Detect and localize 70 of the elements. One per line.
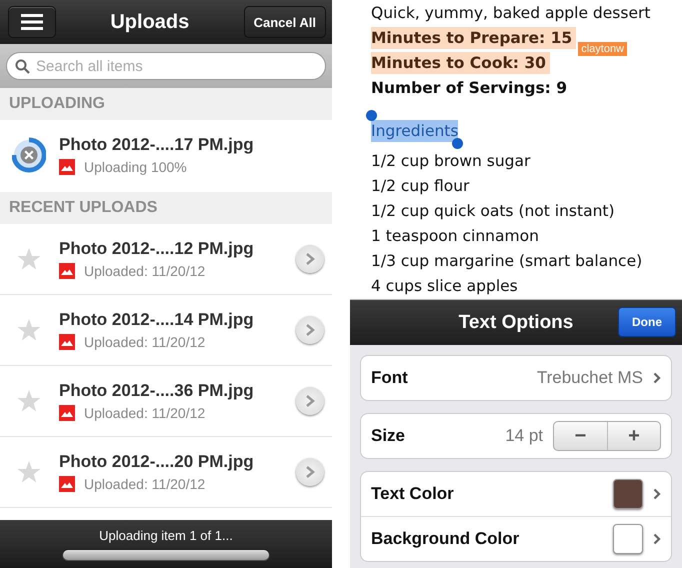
selection-handle[interactable] [452,138,464,149]
document-line: Number of Servings: 9 [371,78,568,98]
option-label: Font [371,368,409,388]
chevron-icon [653,372,661,384]
section-header: RECENT UPLOADS [0,192,332,224]
option-label: Text Color [371,484,455,504]
upload-status: Uploaded: 11/20/12 [84,334,206,350]
photo-icon [59,334,75,350]
selection-handle[interactable] [366,110,377,121]
option-value: 14 pt [505,426,543,446]
upload-status: Uploaded: 11/20/12 [84,405,206,421]
chevron-icon [653,488,661,500]
cancel-upload-icon[interactable] [12,136,46,172]
star-icon[interactable] [17,318,41,342]
file-name: Photo 2012-....36 PM.jpg [59,381,255,401]
selected-text: Ingredients [371,120,458,142]
upload-row[interactable]: Photo 2012-....14 PM.jpg Uploaded: 11/20/12 [0,295,332,366]
upload-row[interactable]: Photo 2012-....17 PM.jpg Uploading 100% [0,120,332,189]
detail-button[interactable] [296,387,324,415]
document-line: 1 teaspoon cinnamon [371,226,539,246]
screen-title: Uploads [110,10,190,34]
increase-button[interactable]: + [607,422,660,450]
star-icon[interactable] [17,389,41,413]
search-icon [15,59,30,74]
upload-row[interactable]: Photo 2012-....20 PM.jpg Uploaded: 11/20/12 [0,437,332,508]
file-name: Photo 2012-....17 PM.jpg [59,134,255,154]
section-header: UPLOADING [0,88,332,120]
document-line: 1/2 cup quick oats (not instant) [371,200,615,222]
color-row[interactable]: Text Color [361,472,671,516]
detail-button[interactable] [296,316,324,344]
document-line: 4 cups slice apples [371,276,518,296]
collaborator-tag: claytonw [578,42,627,56]
photo-icon [59,405,75,421]
menu-button[interactable] [8,6,56,38]
color-row[interactable]: Background Color [361,516,671,561]
upload-progress-text: Uploading item 1 of 1... [99,528,233,542]
upload-status: Uploaded: 11/20/12 [84,263,206,279]
star-icon[interactable] [17,247,41,271]
upload-status: Uploaded: 11/20/12 [84,476,206,492]
chevron-icon [305,253,315,265]
photo-icon [59,158,75,174]
panel-title: Text Options [458,312,574,334]
option-value: Trebuchet MS [536,368,643,388]
document-line: Quick, yummy, baked apple dessert [371,2,650,24]
chevron-icon [305,466,315,478]
option-label: Size [371,426,406,446]
done-button[interactable]: Done [618,307,676,337]
cancel-all-button[interactable]: Cancel All [244,6,326,38]
search-field[interactable]: Search all items [6,52,326,80]
upload-status: Uploading 100% [84,158,187,174]
file-name: Photo 2012-....12 PM.jpg [59,239,255,259]
option-label: Background Color [371,529,520,549]
upload-row[interactable]: Photo 2012-....36 PM.jpg Uploaded: 11/20/12 [0,366,332,437]
upload-row[interactable]: Photo 2012-....12 PM.jpg Uploaded: 11/20/12 [0,224,332,295]
detail-button[interactable] [296,245,324,273]
chevron-icon [653,533,661,545]
photo-icon [59,263,75,279]
font-row[interactable]: Font Trebuchet MS [361,356,671,400]
photo-icon [59,476,75,492]
file-name: Photo 2012-....14 PM.jpg [59,310,255,330]
decrease-button[interactable]: − [554,422,607,450]
chevron-icon [305,324,315,336]
detail-button[interactable] [296,458,324,486]
star-icon[interactable] [17,460,41,484]
menu-icon [21,14,43,30]
document-line: 1/2 cup flour [371,176,470,196]
document-line: 1/3 cup margarine (smart balance) [371,250,642,272]
document-line: 1/2 cup brown sugar [371,150,530,172]
file-name: Photo 2012-....20 PM.jpg [59,452,255,472]
chevron-icon [305,395,315,407]
